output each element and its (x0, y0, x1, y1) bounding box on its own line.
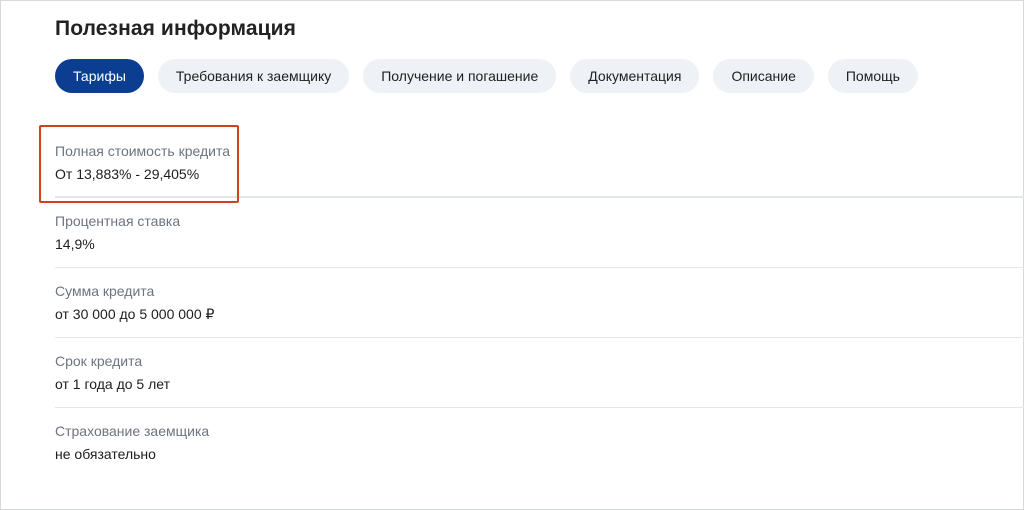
tab-tariffs[interactable]: Тарифы (55, 59, 144, 93)
row-value: От 13,883% - 29,405% (55, 166, 200, 182)
useful-info-panel: Полезная информация Тарифы Требования к … (0, 0, 1024, 510)
row-label: Срок кредита (55, 353, 143, 369)
row-label: Полная стоимость кредита (55, 143, 230, 159)
row-label: Страхование заемщика (55, 423, 210, 439)
tariff-row-loan-term: Срок кредита от 1 года до 5 лет (55, 337, 1024, 407)
tab-description[interactable]: Описание (713, 59, 814, 93)
row-value: от 30 000 до 5 000 000 ₽ (55, 306, 215, 322)
tariff-row-loan-amount: Сумма кредита от 30 000 до 5 000 000 ₽ (55, 267, 1024, 337)
row-label: Процентная ставка (55, 213, 181, 229)
info-tabs: Тарифы Требования к заемщику Получение и… (55, 59, 918, 93)
row-value: от 1 года до 5 лет (55, 376, 171, 392)
tab-borrower-requirements[interactable]: Требования к заемщику (157, 59, 350, 93)
tab-help[interactable]: Помощь (827, 59, 918, 93)
tab-documentation[interactable]: Документация (570, 59, 700, 93)
row-value: не обязательно (55, 446, 156, 462)
tariff-row-full-cost: Полная стоимость кредита От 13,883% - 29… (55, 127, 1024, 197)
section-title: Полезная информация (55, 17, 297, 40)
row-label: Сумма кредита (55, 283, 155, 299)
tariff-list: Полная стоимость кредита От 13,883% - 29… (55, 127, 1024, 477)
tab-receipt-repayment[interactable]: Получение и погашение (363, 59, 557, 93)
tariff-row-insurance: Страхование заемщика не обязательно (55, 407, 1024, 477)
tariff-row-interest-rate: Процентная ставка 14,9% (55, 197, 1024, 267)
row-value: 14,9% (55, 236, 95, 252)
